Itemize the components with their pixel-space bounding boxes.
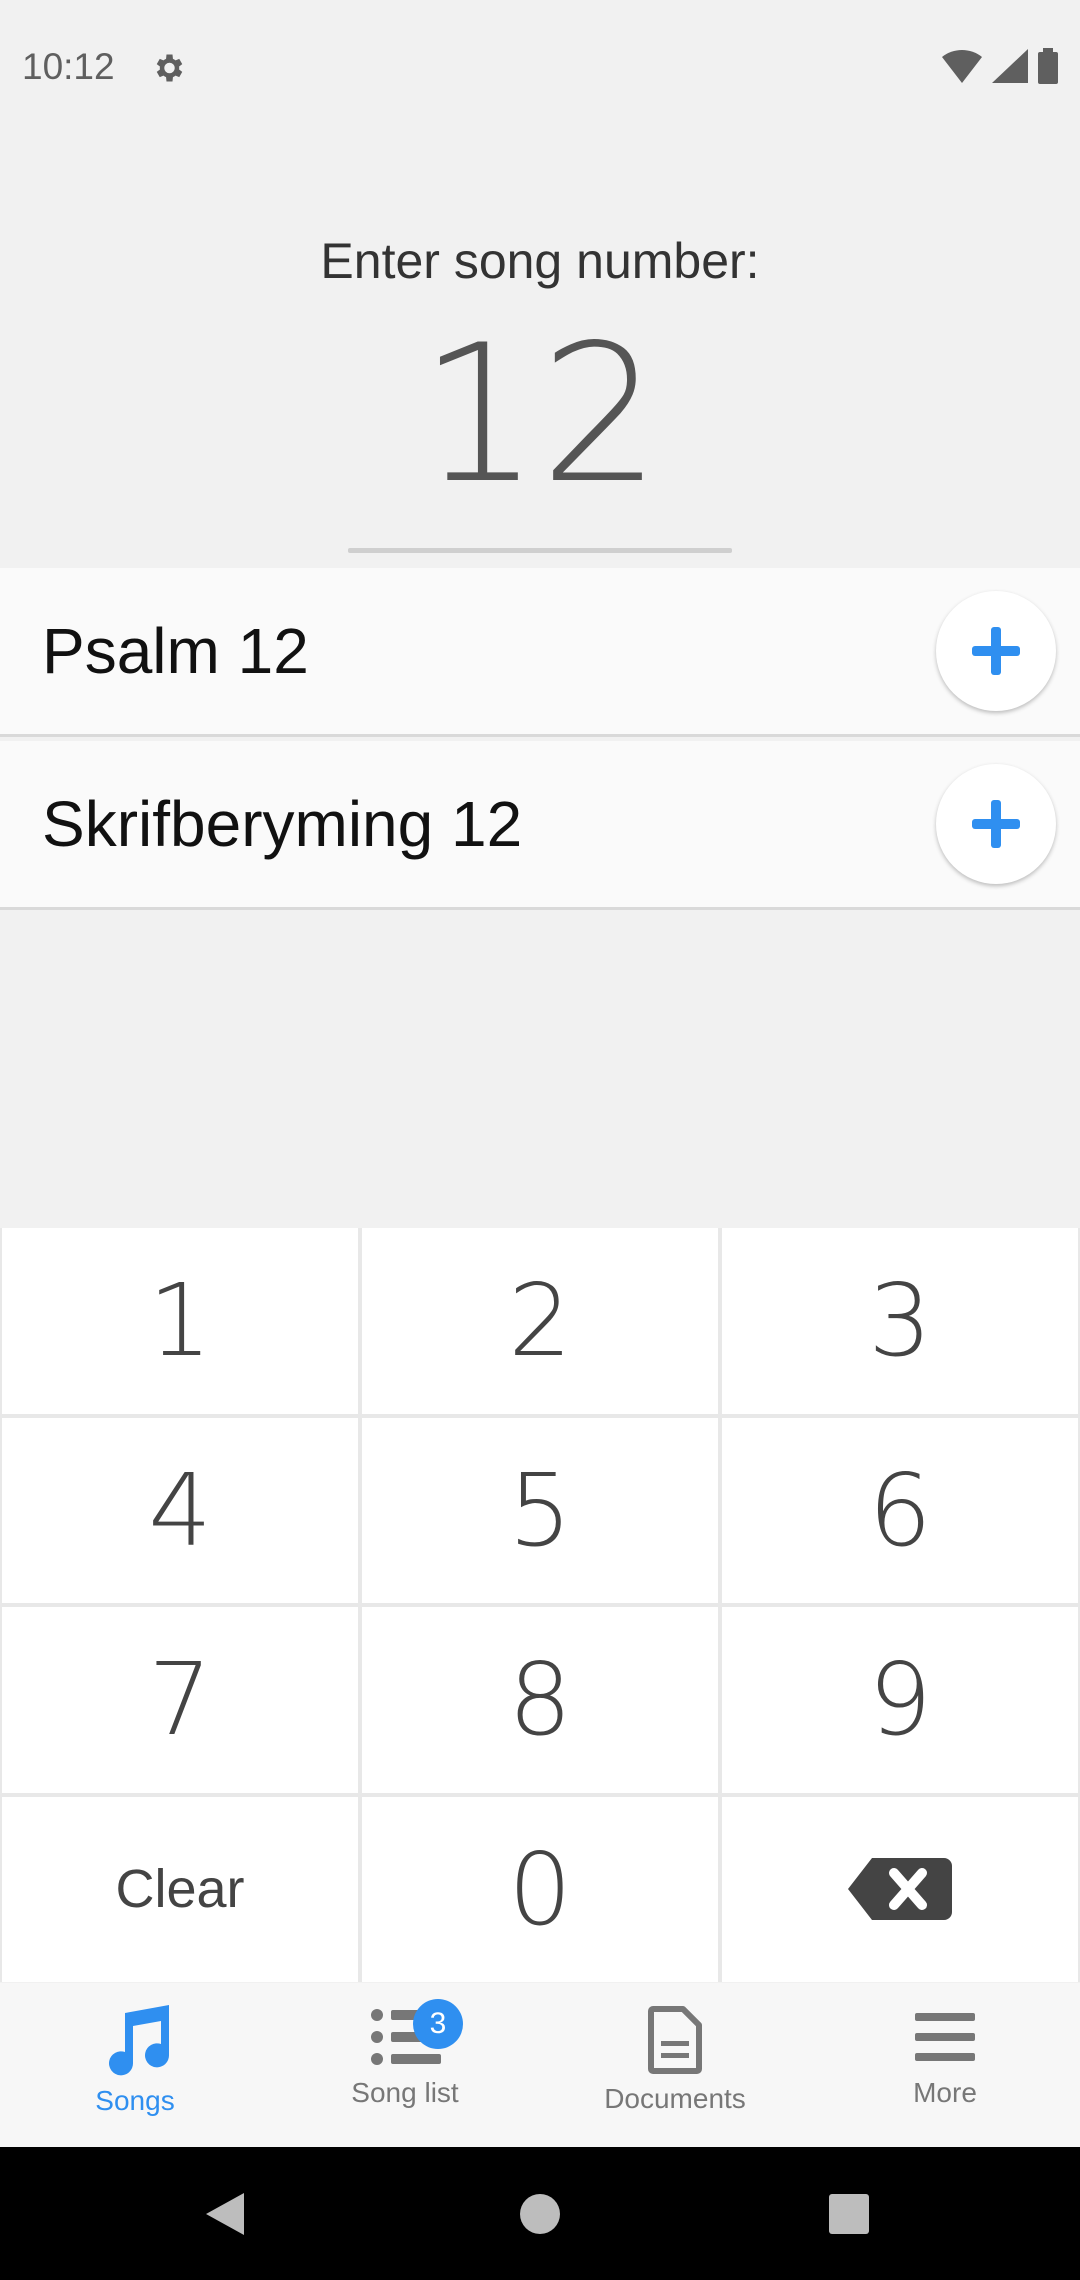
key-0[interactable]: 0: [362, 1796, 718, 1982]
nav-more[interactable]: More: [810, 1983, 1080, 2147]
key-6[interactable]: 6: [722, 1417, 1078, 1603]
system-navigation-bar: [0, 2147, 1080, 2280]
bottom-navigation: Songs 3 Song list Documents More: [0, 1983, 1080, 2147]
key-clear[interactable]: Clear: [2, 1796, 358, 1982]
result-label: Skrifberyming 12: [42, 788, 523, 860]
key-backspace[interactable]: [722, 1796, 1078, 1982]
nav-label: Songs: [95, 2085, 175, 2116]
menu-icon: [915, 2013, 975, 2061]
battery-icon: [1038, 48, 1058, 84]
number-underline: [348, 548, 732, 553]
nav-label: Documents: [604, 2083, 746, 2114]
key-3[interactable]: 3: [722, 1228, 1078, 1414]
cellular-signal-icon: [992, 49, 1028, 83]
result-row-skrifberyming[interactable]: Skrifberyming 12: [0, 741, 1080, 910]
plus-icon: [972, 800, 1020, 848]
recents-icon[interactable]: [828, 2193, 870, 2235]
song-number-prompt: Enter song number:: [320, 233, 760, 289]
song-list-count-badge: 3: [413, 1999, 463, 2049]
status-icons: [942, 48, 1058, 84]
backspace-icon: [848, 1858, 952, 1921]
key-7[interactable]: 7: [2, 1607, 358, 1793]
number-keypad: 1 2 3 4 5 6 7 8 9 Clear 0: [0, 1228, 1080, 1982]
key-1[interactable]: 1: [2, 1228, 358, 1414]
nav-label: More: [913, 2077, 977, 2108]
back-icon[interactable]: [204, 2191, 248, 2237]
nav-label: Song list: [351, 2077, 459, 2108]
nav-documents[interactable]: Documents: [540, 1983, 810, 2147]
home-icon[interactable]: [518, 2192, 562, 2236]
key-2[interactable]: 2: [362, 1228, 718, 1414]
result-label: Psalm 12: [42, 615, 309, 687]
add-to-list-button[interactable]: [936, 764, 1056, 884]
plus-icon: [972, 627, 1020, 675]
music-note-icon: [109, 2005, 170, 2076]
status-bar: 10:12: [0, 0, 1080, 135]
nav-song-list[interactable]: 3 Song list: [270, 1983, 540, 2147]
key-5[interactable]: 5: [362, 1417, 718, 1603]
document-icon: [648, 2006, 702, 2074]
status-time: 10:12: [22, 46, 115, 87]
key-9[interactable]: 9: [722, 1607, 1078, 1793]
key-4[interactable]: 4: [2, 1417, 358, 1603]
wifi-icon: [942, 49, 982, 83]
song-number-display[interactable]: 12: [0, 320, 1080, 510]
nav-songs[interactable]: Songs: [0, 1983, 270, 2147]
results-list: Psalm 12 Skrifberyming 12: [0, 568, 1080, 914]
settings-gear-icon: [156, 54, 183, 82]
result-row-psalm[interactable]: Psalm 12: [0, 568, 1080, 737]
key-8[interactable]: 8: [362, 1607, 718, 1793]
add-to-list-button[interactable]: [936, 591, 1056, 711]
